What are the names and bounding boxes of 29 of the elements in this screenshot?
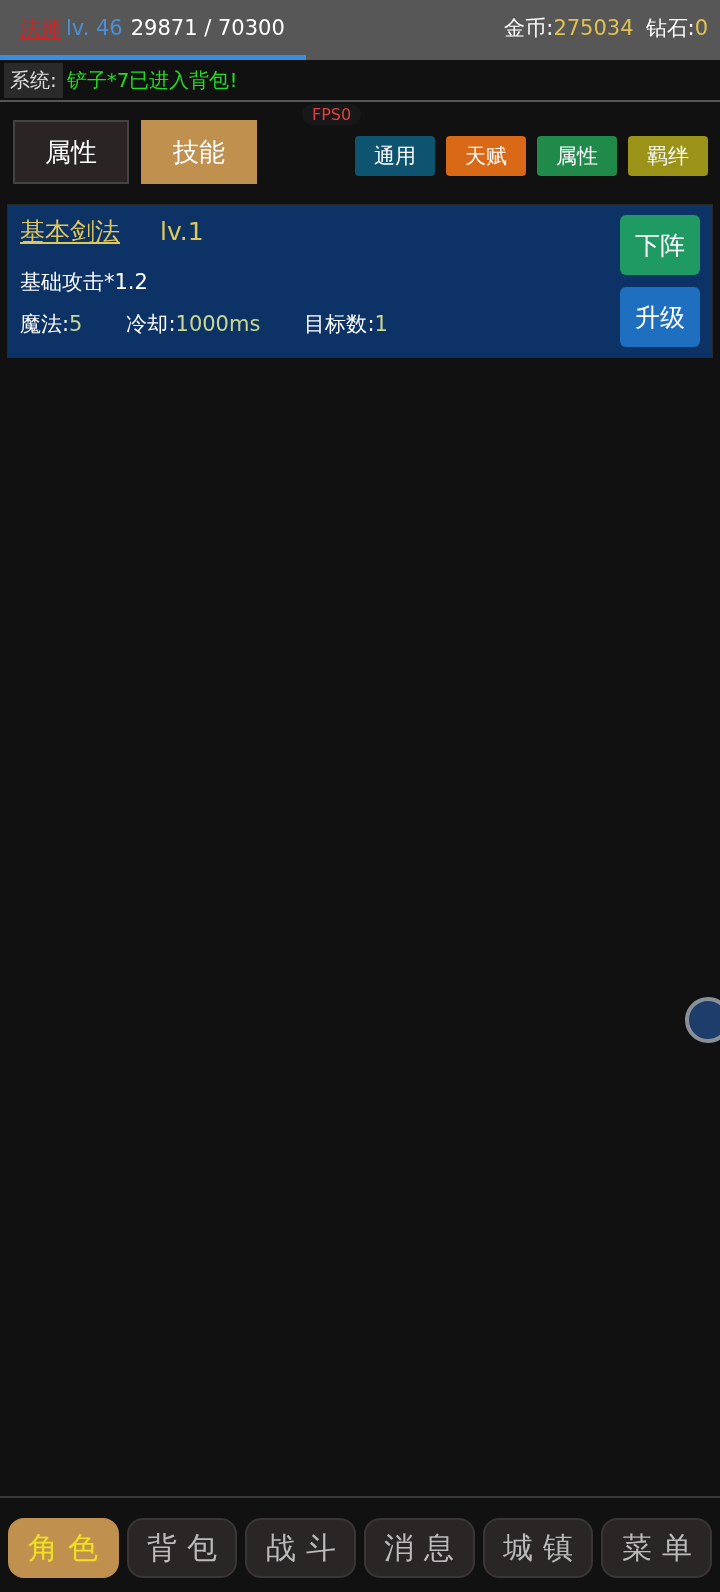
stat-value: 5 <box>69 312 83 336</box>
coin-label: 金币: <box>504 14 554 42</box>
nav-tab[interactable]: 战斗 <box>245 1518 356 1578</box>
unequip-button[interactable]: 下阵 <box>620 215 700 275</box>
stat-label: 魔法: <box>20 312 70 336</box>
filter-button[interactable]: 通用 <box>355 136 435 176</box>
system-label: 系统: <box>4 62 63 98</box>
tab[interactable]: 属性 <box>13 120 129 184</box>
upgrade-button[interactable]: 升级 <box>620 287 700 347</box>
stat-label: 冷却: <box>126 312 176 336</box>
stat-label: 目标数: <box>304 312 375 336</box>
level-text: lv. 46 <box>66 15 123 40</box>
nav-tab[interactable]: 背包 <box>126 1518 238 1578</box>
fps-counter: FPS0 <box>302 104 362 125</box>
stat-value: 1000ms <box>175 312 261 336</box>
system-message: 铲子*7已进入背包! <box>66 66 238 94</box>
stat-value: 1 <box>374 312 388 336</box>
coin-amount: 275034 <box>553 15 634 40</box>
skill-name[interactable]: 基本剑法 <box>20 215 120 248</box>
nav-tab[interactable]: 消息 <box>364 1518 475 1578</box>
skill-description: 基础攻击*1.2 <box>20 269 149 296</box>
filter-button[interactable]: 天赋 <box>446 136 526 176</box>
filter-button[interactable]: 属性 <box>537 136 617 176</box>
diamond-amount: 0 <box>694 15 708 40</box>
diamond-label: 钻石: <box>645 14 695 42</box>
exp-text: 29871 / 70300 <box>130 15 285 40</box>
nav-tab[interactable]: 城镇 <box>482 1518 594 1578</box>
nav-tab[interactable]: 菜单 <box>601 1518 713 1578</box>
skill-level: lv.1 <box>160 217 204 246</box>
